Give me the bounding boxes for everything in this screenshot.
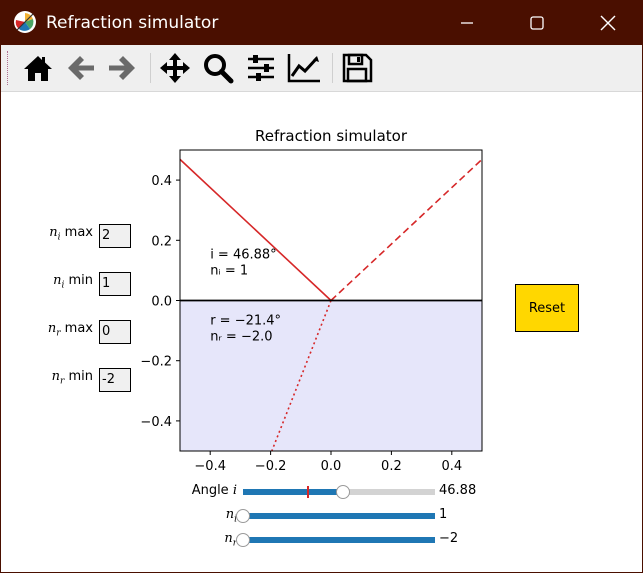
figure-canvas: Refraction simulator −0.4 −0.2 0.0 0.2 0.4 −0…: [1, 92, 642, 572]
textbox-input[interactable]: 2: [99, 224, 131, 248]
zoom-icon: [204, 54, 234, 84]
label-text: min: [64, 369, 93, 384]
chart-title: Refraction simulator: [255, 127, 408, 145]
slider-handle[interactable]: [236, 509, 250, 523]
maximize-button[interactable]: [513, 1, 561, 45]
reflected-ray: [330, 158, 483, 302]
slider-track[interactable]: [236, 533, 435, 547]
toolbar-separator: [332, 53, 333, 83]
slider-fill: [243, 489, 344, 495]
app-logo-icon: [14, 11, 36, 33]
app-window: Refraction simulator Refraction simulato…: [0, 0, 643, 573]
y-tick-label: −0.4: [140, 415, 172, 430]
textbox-input[interactable]: 0: [99, 320, 131, 344]
label-text: Angle: [191, 483, 233, 498]
slider-fill: [243, 537, 435, 543]
label-symbol: i: [232, 483, 237, 498]
slider-handle[interactable]: [336, 485, 351, 499]
incident-ray: [179, 158, 332, 302]
textbox-label: ni max: [3, 225, 93, 243]
label-text: min: [64, 273, 93, 288]
slider-initial-marker: [306, 486, 309, 498]
x-tick-label: −0.2: [255, 459, 287, 472]
textbox-label: nr max: [3, 321, 93, 339]
refraction-plot: Refraction simulator −0.4 −0.2 0.0 0.2 0.4 −0…: [140, 127, 483, 472]
close-button[interactable]: [584, 1, 632, 45]
save-icon: [342, 53, 373, 83]
back-icon: [68, 56, 94, 80]
x-tick-label: −0.4: [194, 459, 226, 472]
slider-label: ni: [157, 507, 237, 525]
minimize-icon: [461, 22, 473, 24]
label-symbol: nr: [51, 369, 65, 387]
back-button[interactable]: [63, 50, 99, 86]
label-text: max: [60, 321, 93, 336]
reset-button-label: Reset: [528, 300, 566, 316]
slider-label: nr: [157, 531, 237, 549]
slider-label: Angle i: [157, 483, 237, 498]
edit-axes-button[interactable]: [286, 50, 322, 86]
x-tick-label: 0.4: [441, 459, 462, 472]
textbox-input[interactable]: 1: [99, 272, 131, 296]
textbox-label: nr min: [3, 369, 93, 387]
forward-button[interactable]: [104, 50, 140, 86]
navigation-toolbar: [1, 45, 642, 92]
reset-button[interactable]: Reset: [515, 284, 579, 332]
y-tick-label: −0.2: [140, 355, 172, 370]
slider-track[interactable]: [236, 509, 435, 523]
x-tick-label: 0.2: [381, 459, 402, 472]
toolbar-grip[interactable]: [7, 51, 8, 85]
forward-icon: [109, 56, 135, 80]
annotation-index: nᵣ = −2.0: [210, 330, 272, 345]
configure-subplots-button[interactable]: [243, 50, 279, 86]
slider-value: 46.88: [439, 483, 477, 498]
pan-button[interactable]: [157, 50, 193, 86]
annotation-angle: i = 46.88°: [210, 247, 277, 262]
slider-fill: [243, 513, 435, 519]
save-button[interactable]: [339, 50, 375, 86]
title-bar: Refraction simulator: [1, 1, 643, 45]
home-icon: [24, 56, 52, 81]
textbox-label: ni min: [3, 273, 93, 291]
home-button[interactable]: [20, 50, 56, 86]
pan-icon: [160, 53, 190, 83]
minimize-button[interactable]: [443, 1, 491, 45]
configure-subplots-icon: [248, 55, 274, 81]
annotation-angle: r = −21.4°: [210, 314, 281, 329]
close-icon: [600, 15, 616, 31]
slider-value: 1: [439, 507, 448, 522]
annotation-index: nᵢ = 1: [210, 263, 248, 278]
label-symbol: ni: [49, 225, 61, 243]
y-tick-label: 0.0: [151, 295, 172, 310]
slider-track[interactable]: [243, 485, 435, 499]
label-text: max: [60, 225, 93, 240]
label-symbol: nr: [47, 321, 61, 339]
textbox-input[interactable]: -2: [99, 368, 131, 392]
maximize-icon: [530, 16, 544, 30]
slider-handle[interactable]: [236, 533, 250, 547]
y-tick-label: 0.2: [151, 234, 172, 249]
label-symbol: ni: [53, 273, 65, 291]
x-tick-label: 0.0: [321, 459, 342, 472]
window-title: Refraction simulator: [46, 13, 219, 33]
toolbar-separator: [150, 53, 151, 83]
edit-axes-icon: [287, 54, 320, 83]
zoom-button[interactable]: [200, 50, 236, 86]
y-tick-label: 0.4: [151, 174, 172, 189]
slider-value: −2: [439, 531, 459, 546]
